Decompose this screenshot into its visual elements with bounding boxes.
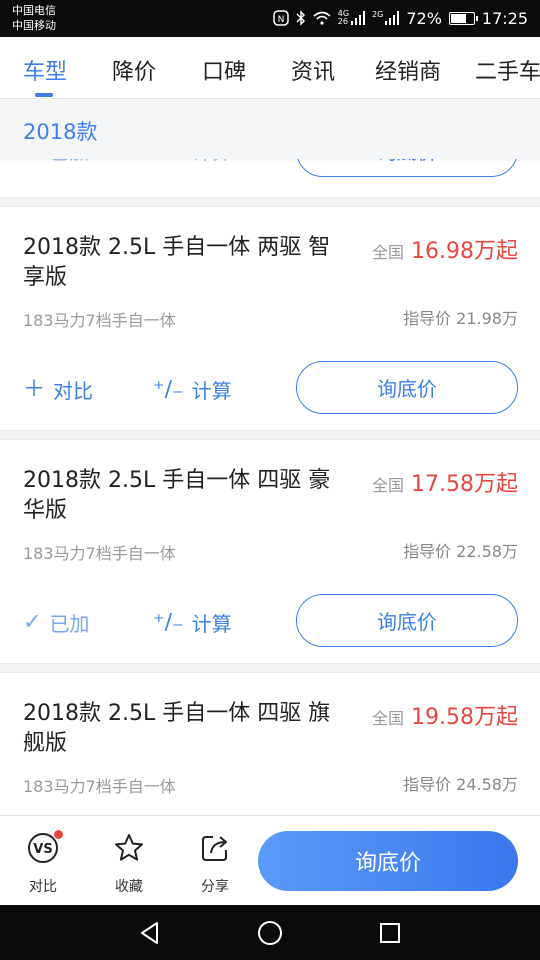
active-tab-indicator — [35, 93, 53, 97]
dealer-price: 16.98万起 — [411, 239, 518, 264]
inquiry-price-button[interactable]: 询底价 — [296, 361, 518, 414]
section-title: 2018款 — [23, 120, 98, 144]
card-separator — [0, 663, 540, 673]
vs-icon: VS — [13, 830, 73, 866]
engine-spec: 183马力7档手自一体 — [23, 544, 176, 563]
car-model-card[interactable]: 2018款 2.5L 手自一体 四驱 旗舰版 全国 19.58万起 183马力7… — [0, 699, 540, 815]
signal-icon-2: 2G — [372, 11, 400, 25]
car-model-name: 2018款 2.5L 手自一体 两驱 智享版 — [23, 235, 331, 290]
nfc-icon: N — [272, 10, 289, 26]
carrier-1: 中国电信 — [12, 4, 56, 17]
price-region-label: 全国 — [372, 243, 405, 262]
car-model-card[interactable]: 2018款 2.5L 手自一体 两驱 智享版 全国 16.98万起 183马力7… — [0, 233, 540, 433]
compare-button[interactable]: ＋ 对比 — [23, 375, 93, 404]
svg-text:N: N — [277, 15, 284, 25]
wifi-icon — [313, 11, 331, 25]
tab-reviews[interactable]: 口碑 — [202, 54, 246, 86]
calculator-icon: ⁺∕₋ — [153, 609, 184, 635]
compare-added-button[interactable]: ✓ 已加 — [23, 608, 89, 637]
tab-used-cars[interactable]: 二手车 — [475, 54, 540, 86]
engine-spec: 183马力7档手自一体 — [23, 311, 176, 330]
tab-dealers[interactable]: 经销商 — [375, 54, 441, 86]
price-region-label: 全国 — [372, 709, 405, 728]
guide-price: 指导价 22.58万 — [403, 542, 518, 561]
price-info: 全国 17.58万起 — [372, 466, 518, 498]
card-separator — [0, 197, 540, 207]
favorite-label: 收藏 — [115, 879, 143, 895]
battery-icon — [448, 11, 478, 25]
notification-dot — [54, 830, 63, 839]
recents-icon[interactable] — [375, 919, 405, 947]
svg-text:VS: VS — [33, 842, 52, 857]
system-nav-bar — [0, 905, 540, 960]
status-icons: N 4G 26 2G 72% 17:25 — [272, 8, 528, 28]
clock: 17:25 — [481, 8, 528, 28]
tab-news[interactable]: 资讯 — [291, 54, 335, 86]
carrier-2: 中国移动 — [12, 19, 56, 32]
favorite-button[interactable]: 收藏 — [99, 830, 159, 896]
car-model-card[interactable]: 2018款 2.5L 手自一体 四驱 豪华版 全国 17.58万起 183马力7… — [0, 466, 540, 666]
car-model-name: 2018款 2.5L 手自一体 四驱 豪华版 — [23, 468, 331, 523]
share-label: 分享 — [201, 879, 229, 895]
guide-price: 指导价 24.58万 — [403, 775, 518, 794]
bluetooth-icon — [296, 10, 306, 26]
card-separator — [0, 430, 540, 440]
price-region-label: 全国 — [372, 476, 405, 495]
car-model-name: 2018款 2.5L 手自一体 四驱 旗舰版 — [23, 701, 331, 756]
calculator-icon: ⁺∕₋ — [153, 376, 184, 402]
bottom-action-bar: VS 对比 收藏 分享 询底价 — [0, 815, 540, 905]
tab-models[interactable]: 车型 — [23, 54, 67, 86]
price-info: 全国 19.58万起 — [372, 699, 518, 731]
carrier-info: 中国电信 中国移动 — [12, 3, 56, 33]
status-bar: 中国电信 中国移动 N 4G 26 2G 72% 17:25 — [0, 0, 540, 37]
plus-icon: ＋ — [23, 376, 46, 402]
share-icon — [185, 830, 245, 866]
guide-price: 指导价 21.98万 — [403, 309, 518, 328]
compare-tab-button[interactable]: VS 对比 — [13, 830, 73, 896]
battery-percent: 72% — [406, 8, 442, 28]
dealer-price: 19.58万起 — [411, 705, 518, 730]
check-icon: ✓ — [23, 609, 42, 635]
top-tabs: 车型 降价 口碑 资讯 经销商 二手车 — [0, 37, 540, 99]
inquiry-price-main-button[interactable]: 询底价 — [258, 831, 518, 891]
calculate-button[interactable]: ⁺∕₋ 计算 — [153, 608, 232, 637]
year-section-header: 2018款 — [0, 99, 540, 159]
engine-spec: 183马力7档手自一体 — [23, 777, 176, 796]
calculate-button[interactable]: ⁺∕₋ 计算 — [153, 375, 232, 404]
compare-label: 对比 — [29, 879, 57, 895]
model-list[interactable]: ✓ 已加 ⁺∕₋ 计算 询底价 2018款 2.5L 手自一体 两驱 智享版 全… — [0, 99, 540, 815]
share-button[interactable]: 分享 — [185, 830, 245, 896]
home-icon[interactable] — [255, 919, 285, 947]
inquiry-price-button[interactable]: 询底价 — [296, 594, 518, 647]
back-icon[interactable] — [135, 919, 165, 947]
star-icon — [99, 830, 159, 866]
signal-icon-1: 4G 26 — [338, 10, 366, 26]
tab-price-drop[interactable]: 降价 — [112, 54, 156, 86]
price-info: 全国 16.98万起 — [372, 233, 518, 265]
dealer-price: 17.58万起 — [411, 472, 518, 497]
